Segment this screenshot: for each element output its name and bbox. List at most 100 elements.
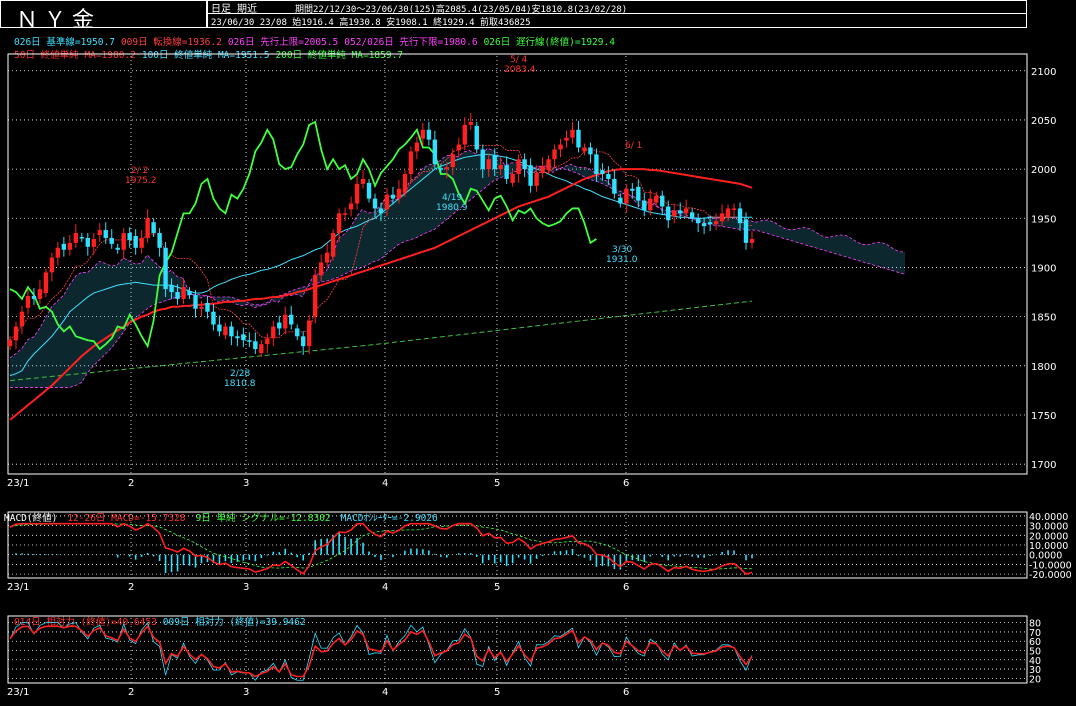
candle-body [606,174,611,179]
candle-body [582,147,587,152]
candle-body [522,159,527,170]
candle-body [25,295,31,308]
candle-body [737,208,743,224]
candle-body [420,129,426,139]
annotation-value: 1810.8 [224,379,256,389]
candle-body [235,336,240,339]
candle-body [175,292,180,299]
candle-body [43,272,49,294]
candle-body [259,344,264,354]
candle-body [61,243,67,250]
candle-body [660,195,665,207]
candle-body [133,235,138,248]
x-tick-label: 4 [382,478,388,489]
y-tick-label: 1750 [1031,411,1056,422]
candle-body [109,237,114,244]
candle-body [97,230,102,236]
candle-body [456,144,461,151]
candle-body [342,213,348,215]
candle-body [534,173,539,186]
candle-body [7,340,13,347]
candle-body [253,341,258,350]
candle-body [103,230,108,238]
annotation-date: 2/28 [230,369,250,379]
candle-body [540,166,545,174]
candle-body [636,186,641,201]
x-tick-label: 2 [128,478,134,489]
candle-body [468,121,473,125]
annotation-date: 2/ 2 [131,166,148,176]
candle-body [193,294,198,309]
candle-body [570,129,575,138]
candle-body [360,178,366,184]
candle-body [695,218,701,224]
candle-body [438,168,444,170]
chart-canvas: 1700 1750 1800 1850 1900 1950 2000 2050 2100 23/1… [7,53,1072,698]
rsi-x-tick: 23/1 [7,687,29,698]
macd-y-tick: -20.0000 [1029,570,1072,581]
candle-body [731,208,737,210]
candle-body [151,222,156,234]
annotation-date: 3/30 [612,245,632,255]
y-tick-label: 1950 [1031,214,1056,225]
x-tick-label: 3 [243,478,249,489]
candle-body [330,233,336,257]
candle-body [426,129,432,140]
macd-x-tick: 4 [382,582,388,593]
candle-body [318,262,324,276]
candle-body [354,183,360,204]
macd-x-tick: 6 [623,582,629,593]
candle-body [301,336,306,347]
candle-body [115,247,120,250]
candle-body [528,165,533,186]
candle-body [181,287,186,299]
candle-body [414,142,420,152]
candle-body [588,147,593,155]
candle-body [648,198,653,211]
candle-body [145,218,150,238]
candle-body [306,320,312,347]
candle-body [624,188,629,204]
candle-body [480,149,485,170]
candle-body [79,236,85,239]
candle-body [677,210,683,214]
candle-body [31,295,37,299]
candle-body [725,208,731,218]
macd-x-tick: 5 [494,582,500,593]
annotation-value: 1931.0 [606,255,638,265]
annotation-date: 6/ 1 [625,141,642,151]
candle-body [241,334,246,341]
candle-body [402,174,408,193]
candle-body [546,159,551,171]
candle-body [642,200,647,211]
y-tick-label: 2050 [1031,116,1056,127]
annotation-value: 1975.2 [125,176,157,186]
candle-body [283,314,288,329]
candle-body [498,165,503,170]
candle-body [13,326,19,341]
candle-body [564,137,569,141]
candle-body [594,154,599,175]
x-tick-label: 6 [623,478,629,489]
candle-body [516,159,521,175]
candle-body [444,167,450,170]
rsi-x-tick: 6 [623,687,629,698]
candle-body [73,233,79,243]
candle-body [689,212,695,219]
candle-body [157,233,162,248]
candle-body [462,124,467,145]
candle-body [163,247,168,290]
rsi-x-tick: 3 [243,687,249,698]
candle-body [271,326,276,339]
candle-body [486,159,491,170]
candle-body [289,314,294,325]
candle-body [247,340,252,342]
rsi-y-tick: 20 [1029,674,1041,685]
candle-body [683,208,689,214]
annotation-date: 5/ 4 [510,55,528,65]
candle-body [492,155,497,170]
candle-body [336,213,342,234]
candle-body [749,238,755,243]
rsi-x-tick: 5 [494,687,500,698]
candle-body [378,208,384,214]
